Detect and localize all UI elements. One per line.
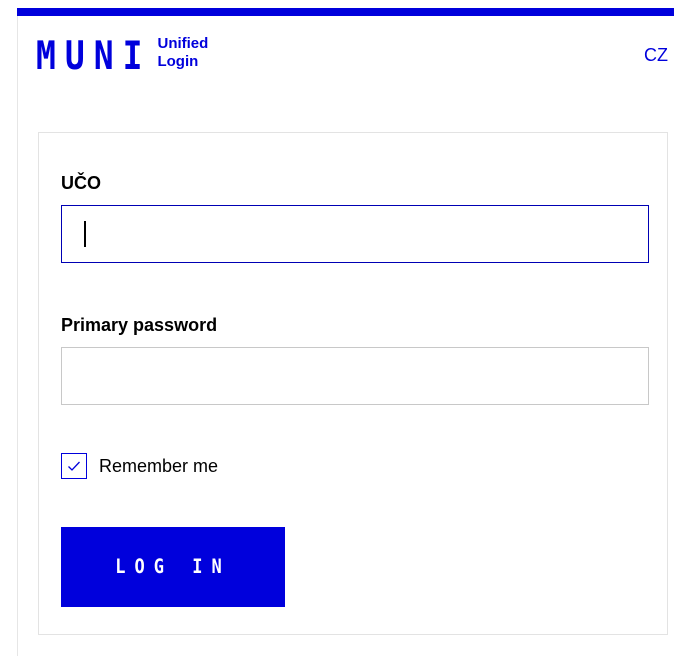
logo-wordmark: MUNI [36, 31, 152, 79]
left-divider [17, 16, 18, 656]
muni-logo: MUNI Unified Login [36, 33, 208, 76]
brand-top-bar [17, 8, 674, 16]
logo-subtitle-line1: Unified [157, 35, 209, 52]
remember-me-row[interactable]: Remember me [61, 453, 218, 479]
uco-label: UČO [61, 173, 101, 193]
login-form-card: UČO Primary password Remember me LOG IN [38, 132, 668, 635]
login-button[interactable]: LOG IN [61, 527, 285, 607]
logo-subtitle: Unified Login [157, 35, 208, 71]
password-label: Primary password [61, 315, 218, 335]
login-button-label: LOG IN [115, 555, 231, 579]
remember-me-label: Remember me [99, 455, 219, 476]
remember-me-checkbox[interactable] [61, 453, 87, 479]
text-caret [84, 221, 86, 247]
logo-subtitle-line2: Login [157, 53, 199, 70]
password-input[interactable] [61, 347, 649, 405]
language-switch-link[interactable]: CZ [644, 45, 668, 66]
check-icon [68, 461, 80, 471]
uco-input[interactable] [61, 205, 649, 263]
login-page: MUNI Unified Login CZ UČO Primary passwo… [0, 0, 674, 656]
